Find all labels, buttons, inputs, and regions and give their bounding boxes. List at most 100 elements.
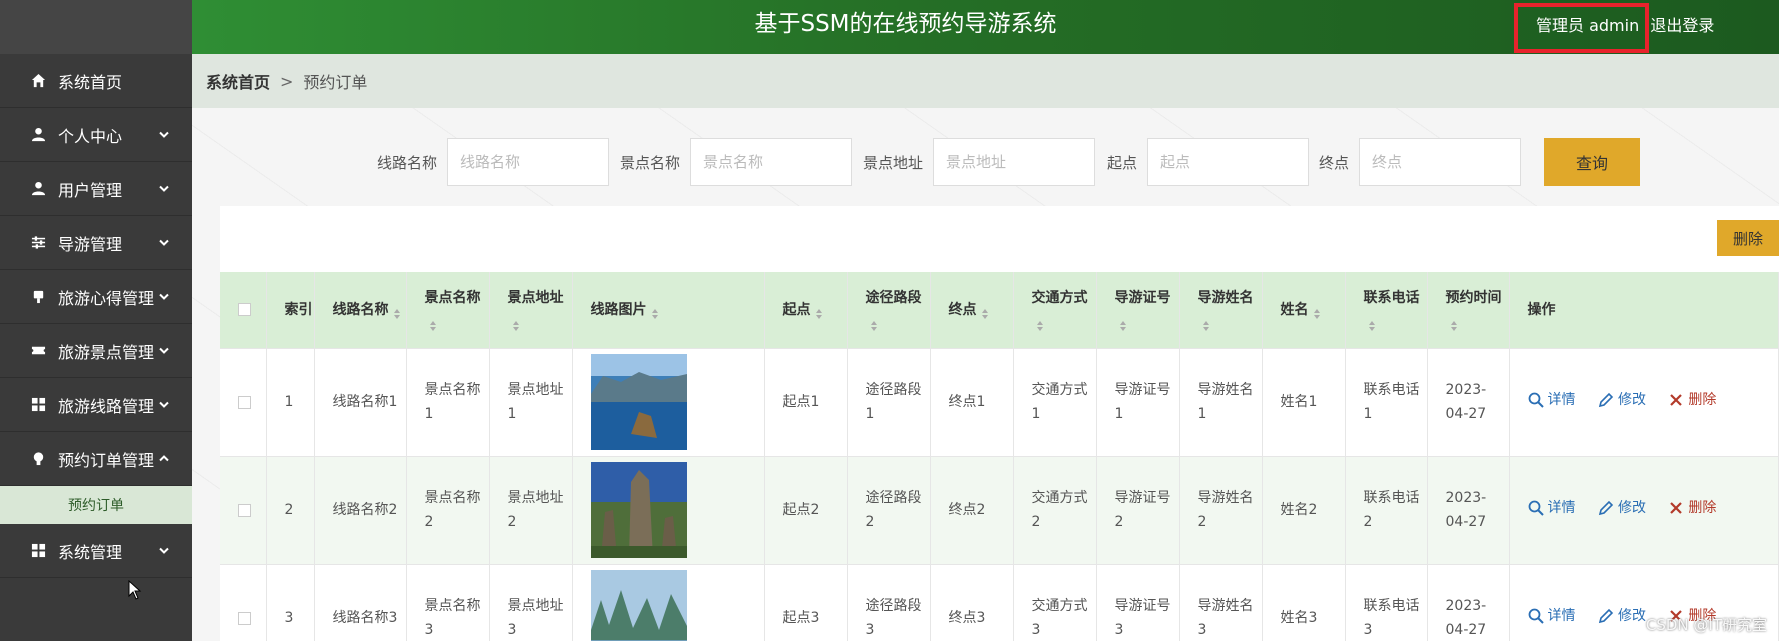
spot-address-input[interactable]: [933, 138, 1096, 186]
search-field-spot: 景点名称: [620, 138, 853, 186]
edit-label: 修改: [1617, 392, 1646, 408]
close-icon: [1670, 394, 1683, 406]
sidebar-item-home[interactable]: 系统首页: [0, 54, 192, 108]
sort-icon: [1119, 316, 1127, 331]
table-cell: 景点地址3: [489, 564, 573, 641]
table-cell: 景点地址1: [489, 348, 573, 457]
table-cell: 2: [266, 456, 315, 565]
table-cell: 姓名1: [1262, 348, 1346, 457]
row-checkbox[interactable]: [238, 503, 251, 517]
sort-icon: [815, 304, 823, 319]
sidebar: 系统首页 个人中心 用户管理 导游管理 旅游心得管理 旅游景点管理 旅游线路管理…: [0, 0, 192, 641]
table-cell: 线路名称1: [314, 348, 407, 457]
sidebar-item-label: 预约订单管理: [58, 450, 155, 470]
sidebar-item-orders[interactable]: 预约订单管理: [0, 432, 192, 486]
detail-button[interactable]: 详情: [1528, 604, 1576, 628]
annotation-highlight-box: [1514, 3, 1649, 53]
orders-table: 索引 线路名称 景点名称 景点地址 线路图片 起点 途径路段 终点 交通方式 导…: [220, 272, 1779, 641]
table-cell: 起点3: [764, 564, 848, 641]
column-header-label: 交通方式: [1031, 289, 1088, 306]
row-checkbox[interactable]: [238, 611, 251, 625]
column-header[interactable]: 线路名称: [314, 272, 407, 349]
column-header: 索引: [266, 272, 315, 349]
sidebar-item-guides[interactable]: 导游管理: [0, 216, 192, 270]
sort-icon: [429, 316, 437, 331]
table-cell: 线路名称3: [314, 564, 407, 641]
pencil-icon: [1598, 392, 1614, 408]
spot-name-input[interactable]: [690, 138, 853, 186]
column-header[interactable]: 景点地址: [489, 272, 573, 349]
table-panel: 删除 索引 线路名称 景点名称 景点地址 线路图片 起点 途径路段 终点 交通方…: [220, 206, 1779, 641]
logout-link[interactable]: 退出登录: [1650, 16, 1714, 35]
search-icon: [1528, 500, 1544, 516]
user-icon: [30, 127, 46, 143]
column-header[interactable]: 导游证号: [1096, 272, 1180, 349]
start-input[interactable]: [1147, 138, 1310, 186]
column-header-label: 景点地址: [507, 289, 564, 306]
edit-button[interactable]: 修改: [1598, 496, 1646, 520]
sidebar-item-profile[interactable]: 个人中心: [0, 108, 192, 162]
table-cell: 联系电话2: [1345, 456, 1428, 565]
sort-icon: [1368, 316, 1376, 331]
sidebar-item-users[interactable]: 用户管理: [0, 162, 192, 216]
column-header[interactable]: 起点: [764, 272, 848, 349]
table-cell: 2023-04-27: [1427, 456, 1510, 565]
table-row: 1 线路名称1 景点名称1 景点地址1 起点1 途径路段1 终点1 交通方式1 …: [220, 348, 1779, 457]
table-cell: 交通方式1: [1013, 348, 1097, 457]
edit-label: 修改: [1617, 500, 1646, 516]
column-header[interactable]: 交通方式: [1013, 272, 1097, 349]
column-header-label: 途径路段: [865, 289, 922, 306]
edit-button[interactable]: 修改: [1598, 604, 1646, 628]
end-input[interactable]: [1359, 138, 1522, 186]
detail-button[interactable]: 详情: [1528, 388, 1576, 412]
column-header[interactable]: 景点名称: [406, 272, 490, 349]
breadcrumb-current: 预约订单: [303, 73, 368, 92]
sidebar-item-attractions[interactable]: 旅游景点管理: [0, 324, 192, 378]
batch-delete-button[interactable]: 删除: [1717, 220, 1779, 256]
route-image[interactable]: [590, 570, 687, 641]
column-header[interactable]: 途径路段: [847, 272, 931, 349]
ticket-icon: [30, 343, 46, 359]
table-row: 3 线路名称3 景点名称3 景点地址3 起点3 途径路段3 终点3 交通方式3 …: [220, 564, 1779, 641]
delete-button[interactable]: 删除: [1668, 496, 1716, 520]
close-icon: [1670, 502, 1683, 514]
sliders-icon: [30, 235, 46, 251]
edit-button[interactable]: 修改: [1598, 388, 1646, 412]
column-header-label: 导游姓名: [1197, 289, 1254, 306]
query-button[interactable]: 查询: [1544, 138, 1640, 186]
sort-icon: [870, 316, 878, 331]
sidebar-item-system[interactable]: 系统管理: [0, 524, 192, 578]
sort-icon: [1202, 316, 1210, 331]
column-header[interactable]: 联系电话: [1345, 272, 1428, 349]
table-cell: 起点2: [764, 456, 848, 565]
detail-button[interactable]: 详情: [1528, 496, 1576, 520]
column-header[interactable]: 终点: [930, 272, 1014, 349]
column-header[interactable]: 线路图片: [572, 272, 765, 349]
column-header: 操作: [1509, 272, 1779, 349]
table-cell: 交通方式2: [1013, 456, 1097, 565]
delete-button[interactable]: 删除: [1668, 388, 1716, 412]
row-checkbox[interactable]: [238, 395, 251, 409]
route-image[interactable]: [590, 354, 687, 450]
column-header[interactable]: 姓名: [1262, 272, 1346, 349]
select-all-checkbox[interactable]: [238, 303, 251, 317]
table-cell: 途径路段2: [847, 456, 931, 565]
sidebar-item-experiences[interactable]: 旅游心得管理: [0, 270, 192, 324]
detail-label: 详情: [1547, 608, 1576, 624]
sidebar-item-routes[interactable]: 旅游线路管理: [0, 378, 192, 432]
search-field-route: 线路名称: [377, 138, 610, 186]
table-cell: 交通方式3: [1013, 564, 1097, 641]
table-cell: 途径路段1: [847, 348, 931, 457]
column-header[interactable]: 预约时间: [1427, 272, 1510, 349]
row-select-cell: [220, 456, 267, 565]
table-cell: 景点名称1: [406, 348, 490, 457]
select-all-cell: [220, 272, 267, 349]
sidebar-subitem-orders[interactable]: 预约订单: [0, 486, 192, 524]
route-image[interactable]: [590, 462, 687, 558]
route-name-input[interactable]: [447, 138, 610, 186]
breadcrumb-home[interactable]: 系统首页: [206, 69, 270, 93]
column-header[interactable]: 导游姓名: [1179, 272, 1263, 349]
sidebar-item-label: 旅游线路管理: [58, 396, 155, 416]
edit-label: 修改: [1617, 608, 1646, 624]
table-cell: 景点名称2: [406, 456, 490, 565]
